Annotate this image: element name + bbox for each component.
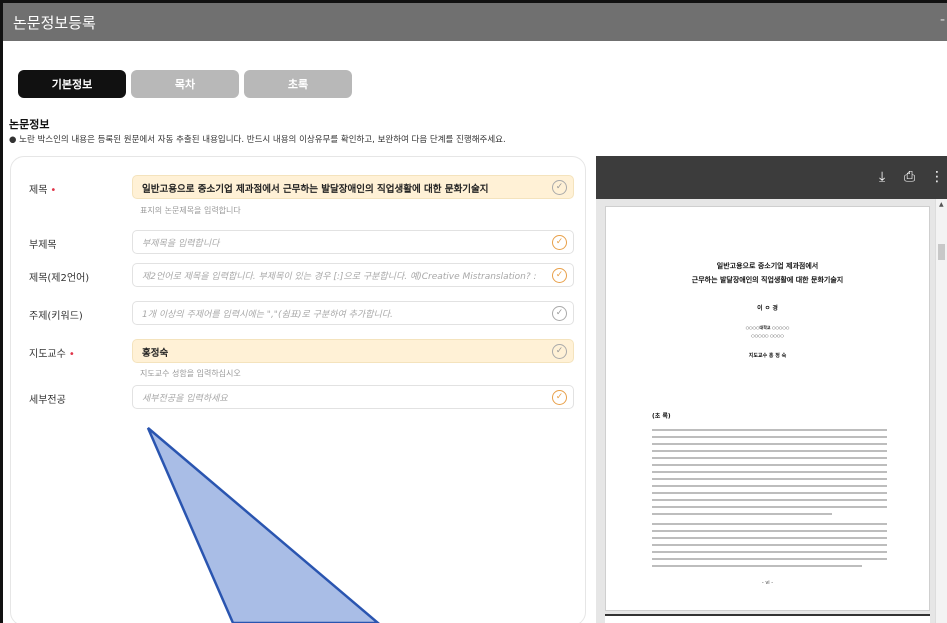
close-icon[interactable]: - (940, 12, 945, 28)
title-second-lang-input[interactable]: 제2언어로 제목을 입력합니다. 부제목이 있는 경우 [:]으로 구분합니다.… (132, 263, 574, 287)
advisor-input[interactable]: 홍정숙 ✓ (132, 339, 574, 363)
advisor-hint: 지도교수 성함을 입력하십시오 (140, 369, 241, 378)
tab-basic-info[interactable]: 기본정보 (18, 70, 126, 98)
doc-affiliation-line1: ○○○○대학교 ○○○○○ (745, 325, 790, 330)
check-circle-icon: ✓ (552, 268, 567, 283)
check-circle-icon: ✓ (552, 180, 567, 195)
viewer-toolbar: ⤓ ⎙ ⋮ (596, 156, 947, 199)
print-icon[interactable]: ⎙ (904, 169, 915, 185)
title-value: 일반고용으로 중소기업 제과점에서 근무하는 발달장애인의 직업생활에 대한 문… (142, 184, 489, 195)
scroll-up-icon[interactable]: ▲ (939, 201, 944, 208)
field-label: 지도교수 • (29, 349, 75, 360)
doc-title-line2: 근무하는 발달장애인의 직업생활에 대한 문화기술지 (691, 275, 844, 284)
major-detail-placeholder: 세부전공을 입력하세요 (142, 394, 228, 404)
download-icon[interactable]: ⤓ (879, 169, 885, 185)
window-title: 논문정보등록 (13, 14, 96, 32)
dialog-window: 논문정보등록 - 기본정보 목차 초록 논문정보 ● 노란 박스인의 내용은 등… (3, 3, 947, 623)
field-label: 세부전공 (29, 395, 66, 406)
doc-page-number: - vi - (761, 580, 774, 586)
field-label: 제목 • (29, 185, 57, 196)
title-hint: 표지의 논문제목을 입력합니다 (140, 206, 241, 215)
section-title: 논문정보 (9, 118, 50, 131)
field-label: 주제(키워드) (29, 311, 83, 322)
pdf-viewer: ⤓ ⎙ ⋮ 일반고용으로 중소기업 제과점에서 근무하는 발달장애인의 직업생활… (596, 156, 947, 623)
doc-author: 이 ㅇ 경 (757, 305, 778, 312)
field-label: 부제목 (29, 240, 57, 251)
title-input[interactable]: 일반고용으로 중소기업 제과점에서 근무하는 발달장애인의 직업생활에 대한 문… (132, 175, 574, 199)
doc-title-line1: 일반고용으로 중소기업 제과점에서 (716, 261, 819, 270)
keywords-placeholder: 1개 이상의 주제어를 입력시에는 ","(쉼표)로 구분하여 추가합니다. (142, 310, 393, 320)
check-circle-icon: ✓ (552, 344, 567, 359)
document-page: 일반고용으로 중소기업 제과점에서 근무하는 발달장애인의 직업생활에 대한 문… (605, 206, 930, 611)
subtitle-placeholder: 부제목을 입력합니다 (142, 239, 220, 249)
doc-abstract-label: (초 록) (652, 413, 671, 420)
title-second-lang-placeholder: 제2언어로 제목을 입력합니다. 부제목이 있는 경우 [:]으로 구분합니다.… (142, 272, 537, 282)
tab-abstract[interactable]: 초록 (244, 70, 352, 98)
viewer-scrollbar[interactable]: ▲ (935, 199, 947, 623)
titlebar: 논문정보등록 - (3, 3, 947, 41)
keywords-input[interactable]: 1개 이상의 주제어를 입력시에는 ","(쉼표)로 구분하여 추가합니다. ✓ (132, 301, 574, 325)
more-vert-icon[interactable]: ⋮ (930, 169, 944, 185)
check-circle-icon: ✓ (552, 306, 567, 321)
section-notice: ● 노란 박스인의 내용은 등록된 원문에서 자동 추출된 내용입니다. 반드시… (9, 135, 506, 145)
check-circle-icon: ✓ (552, 390, 567, 405)
document-next-page (605, 614, 930, 623)
form-card: 제목 • 일반고용으로 중소기업 제과점에서 근무하는 발달장애인의 직업생활에 … (10, 156, 586, 623)
scroll-thumb[interactable] (938, 244, 945, 260)
field-label: 제목(제2언어) (29, 273, 90, 284)
tab-toc[interactable]: 목차 (131, 70, 239, 98)
doc-affiliation-line2: ○○○○○ ○○○○ (751, 333, 784, 338)
subtitle-input[interactable]: 부제목을 입력합니다 ✓ (132, 230, 574, 254)
major-detail-input[interactable]: 세부전공을 입력하세요 ✓ (132, 385, 574, 409)
advisor-value: 홍정숙 (142, 348, 169, 359)
doc-advisor: 지도교수 홍 정 숙 (748, 353, 787, 359)
check-circle-icon: ✓ (552, 235, 567, 250)
